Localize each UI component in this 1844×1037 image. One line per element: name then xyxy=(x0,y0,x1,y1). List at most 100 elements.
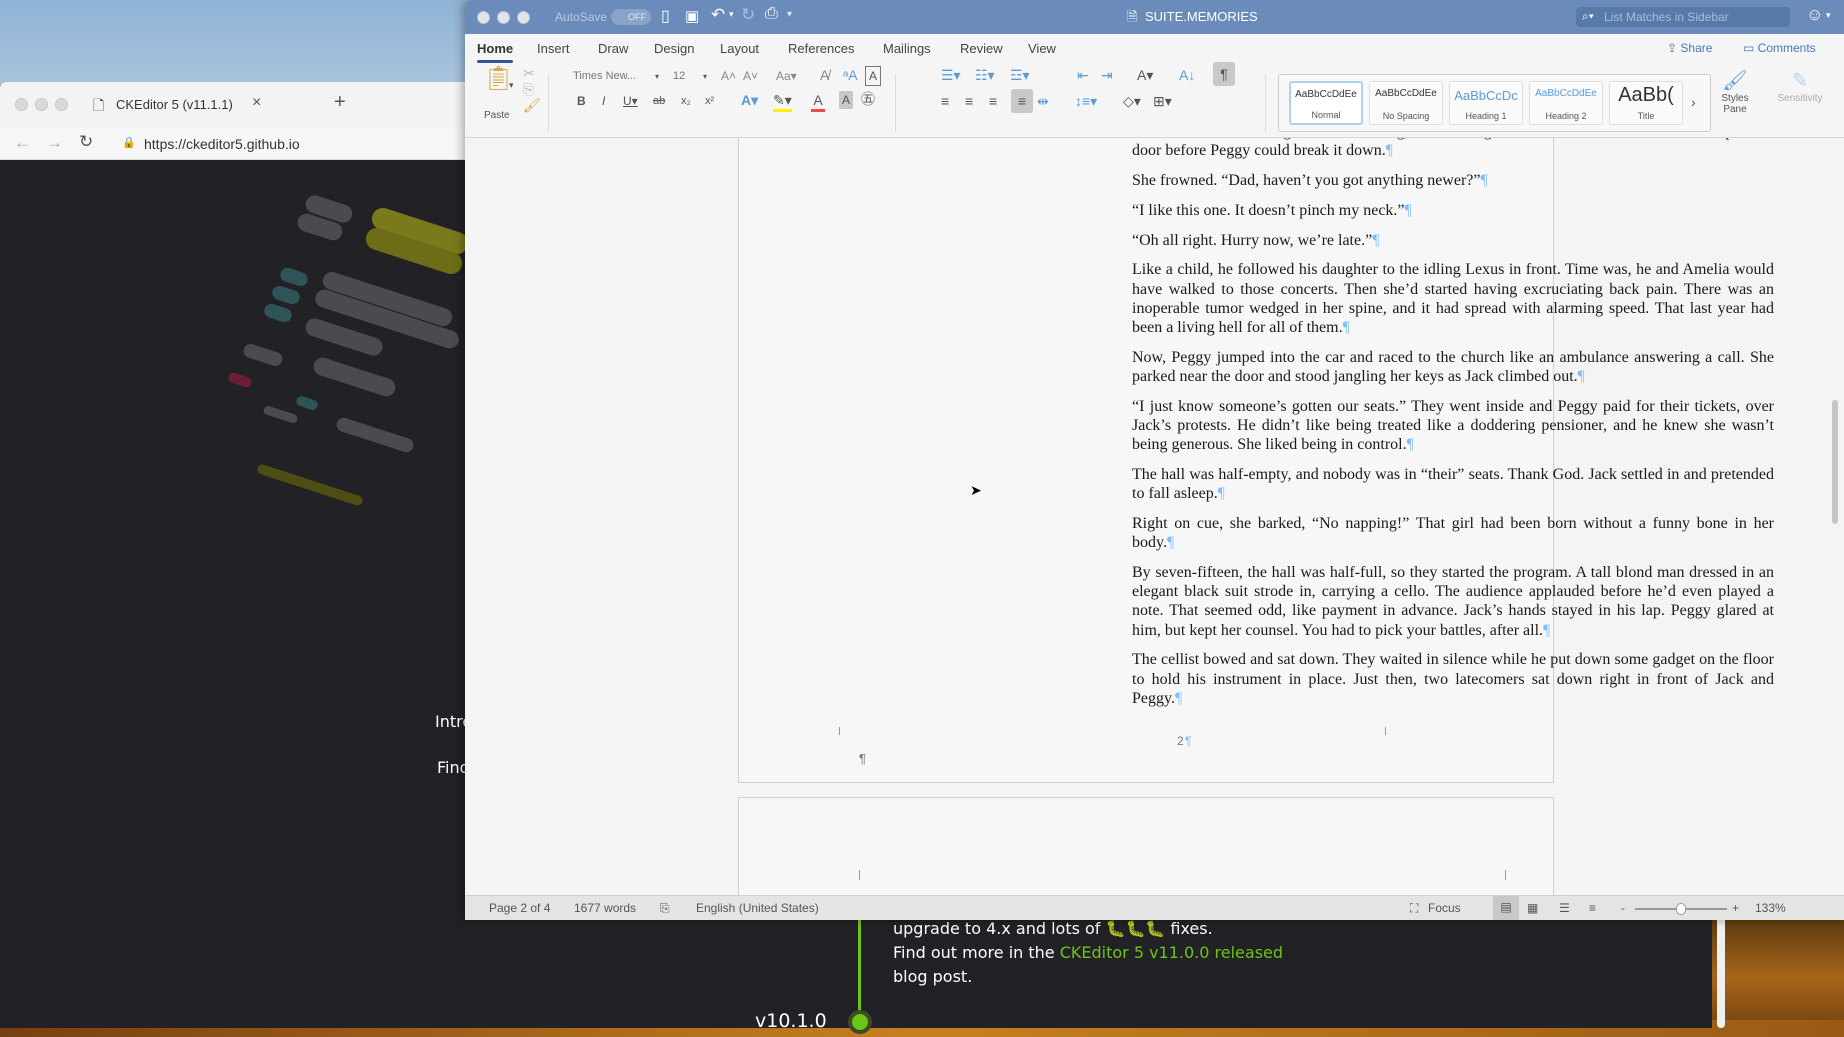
tab-review[interactable]: Review xyxy=(960,41,1003,56)
show-formatting-marks-button[interactable]: ¶ xyxy=(1213,62,1235,86)
tab-insert[interactable]: Insert xyxy=(537,41,570,56)
character-border-icon[interactable]: A xyxy=(865,66,881,86)
minimize-window-button[interactable] xyxy=(497,11,510,24)
strikethrough-button[interactable]: ab xyxy=(653,92,665,110)
align-left-button[interactable]: ≡ xyxy=(941,92,949,110)
vertical-scrollbar[interactable] xyxy=(1832,400,1838,524)
paragraph[interactable]: The cellist bowed and sat down. They wai… xyxy=(1132,650,1774,708)
paragraph[interactable]: The hall was half-empty, and nobody was … xyxy=(1132,465,1774,503)
align-center-button[interactable]: ≡ xyxy=(965,92,973,110)
change-case-icon[interactable]: Aa▾ xyxy=(776,67,797,85)
paragraph[interactable]: By seven-fifteen, the hall was half-full… xyxy=(1132,563,1774,640)
back-icon[interactable]: ← xyxy=(14,133,31,153)
tab-view[interactable]: View xyxy=(1028,41,1056,56)
sidebar-icon[interactable]: ▯ xyxy=(661,6,670,26)
font-name-dropdown[interactable]: ▾ xyxy=(655,68,659,86)
numbering-button[interactable]: ☷▾ xyxy=(975,66,995,84)
tab-mailings[interactable]: Mailings xyxy=(883,41,931,56)
decrease-indent-button[interactable]: ⇤ xyxy=(1077,66,1089,84)
close-window-button[interactable] xyxy=(15,98,28,111)
tab-design[interactable]: Design xyxy=(654,41,694,56)
release-blog-link[interactable]: CKEditor 5 v11.0.0 released xyxy=(1060,943,1283,962)
clear-formatting-icon[interactable]: A̸ xyxy=(820,66,829,84)
line-spacing-button[interactable]: ↕≡▾ xyxy=(1075,92,1097,110)
sort-button[interactable]: A↓ xyxy=(1179,66,1195,84)
scrollbar[interactable] xyxy=(1717,918,1725,1028)
undo-dropdown-icon[interactable]: ▾ xyxy=(729,9,734,20)
smiley-feedback-icon[interactable]: ☺ xyxy=(1806,5,1823,25)
paragraph[interactable]: Like a child, he followed his daughter t… xyxy=(1132,260,1774,337)
zoom-out-icon[interactable]: - xyxy=(1621,901,1625,915)
styles-pane-button[interactable]: 🖌︎ Styles Pane xyxy=(1715,68,1755,132)
font-color-button[interactable]: A xyxy=(811,91,825,112)
maximize-window-button[interactable] xyxy=(517,11,530,24)
grow-font-icon[interactable]: A˄ xyxy=(721,67,736,85)
zoom-level[interactable]: 133% xyxy=(1755,901,1786,915)
format-painter-icon[interactable]: 🖌︎ xyxy=(523,96,541,114)
subscript-button[interactable]: x₂ xyxy=(681,92,691,110)
reload-icon[interactable]: ↻ xyxy=(79,132,93,152)
text-direction-button[interactable]: A▾ xyxy=(1137,66,1153,84)
proofing-icon[interactable]: ⎘ xyxy=(660,901,670,916)
comments-button[interactable]: ▭ Comments xyxy=(1743,41,1816,55)
font-name-box[interactable]: Times New... xyxy=(573,70,636,82)
forward-icon[interactable]: → xyxy=(46,133,63,153)
save-icon[interactable]: ▣ xyxy=(685,7,699,25)
underline-button[interactable]: U▾ xyxy=(623,92,638,110)
shrink-font-icon[interactable]: A˅ xyxy=(743,67,758,85)
tab-references[interactable]: References xyxy=(788,41,854,56)
outline-icon[interactable]: ☰ xyxy=(1559,901,1570,915)
character-shading-button[interactable]: A xyxy=(839,91,853,109)
web-layout-icon[interactable]: ▦ xyxy=(1527,901,1538,915)
align-right-button[interactable]: ≡ xyxy=(989,92,997,110)
document-body[interactable]: The doorbell shrilled again. “I’m coming… xyxy=(1132,138,1774,719)
bullets-button[interactable]: ☰▾ xyxy=(941,66,961,84)
paragraph[interactable]: Now, Peggy jumped into the car and raced… xyxy=(1132,348,1774,386)
borders-button[interactable]: ⊞▾ xyxy=(1153,92,1172,110)
browser-tab[interactable]: 🗋 CKEditor 5 (v11.1.1) × xyxy=(80,82,320,128)
url-field[interactable]: https://ckeditor5.github.io xyxy=(144,136,300,152)
close-window-button[interactable] xyxy=(477,11,490,24)
page-count[interactable]: Page 2 of 4 xyxy=(489,901,550,915)
style-no-spacing[interactable]: AaBbCcDdEe No Spacing xyxy=(1369,81,1443,125)
print-layout-icon[interactable]: ▤ xyxy=(1493,896,1519,920)
word-count[interactable]: 1677 words xyxy=(574,901,636,915)
style-heading-1[interactable]: AaBbCcDc Heading 1 xyxy=(1449,81,1523,125)
style-heading-2[interactable]: AaBbCcDdEe Heading 2 xyxy=(1529,81,1603,125)
font-size-box[interactable]: 12 xyxy=(673,70,685,82)
new-tab-button[interactable]: + xyxy=(334,91,346,114)
justify-button[interactable]: ≡ xyxy=(1011,89,1033,113)
highlight-color-button[interactable]: ✎▾ xyxy=(773,91,792,112)
style-normal[interactable]: AaBbCcDdEe Normal xyxy=(1289,81,1363,125)
paste-options-icon[interactable]: ▾ xyxy=(509,76,514,94)
paragraph[interactable]: “I just know someone’s gotten our seats.… xyxy=(1132,397,1774,455)
tab-draw[interactable]: Draw xyxy=(598,41,628,56)
style-title[interactable]: AaBb(Title xyxy=(1609,81,1683,125)
paragraph[interactable]: “Oh all right. Hurry now, we’re late.” xyxy=(1132,231,1774,250)
text-effects-button[interactable]: A▾ xyxy=(741,91,758,109)
bold-button[interactable]: B xyxy=(577,92,586,110)
increase-indent-button[interactable]: ⇥ xyxy=(1101,66,1113,84)
maximize-window-button[interactable] xyxy=(55,98,68,111)
feedback-dropdown-icon[interactable]: ▾ xyxy=(1826,10,1831,21)
superscript-button[interactable]: x² xyxy=(705,92,714,110)
font-size-dropdown[interactable]: ▾ xyxy=(703,68,707,86)
enclose-characters-button[interactable]: ㊄ xyxy=(861,90,875,108)
zoom-slider-thumb[interactable] xyxy=(1676,903,1686,915)
autosave-toggle[interactable]: OFF xyxy=(611,9,651,25)
focus-button[interactable]: Focus xyxy=(1428,901,1461,915)
language[interactable]: English (United States) xyxy=(696,901,819,915)
shading-button[interactable]: ◇▾ xyxy=(1123,92,1141,110)
search-box[interactable]: ⌕▾ List Matches in Sidebar xyxy=(1576,7,1790,27)
tab-layout[interactable]: Layout xyxy=(720,41,759,56)
minimize-window-button[interactable] xyxy=(35,98,48,111)
gallery-more-icon[interactable]: › xyxy=(1691,93,1696,111)
phonetic-guide-icon[interactable]: ᵃA xyxy=(843,66,858,84)
italic-button[interactable]: I xyxy=(602,92,605,110)
multilevel-list-button[interactable]: ☲▾ xyxy=(1010,66,1030,84)
share-button[interactable]: ⇪ Share xyxy=(1667,41,1712,55)
draft-icon[interactable]: ≡ xyxy=(1589,901,1596,915)
close-tab-icon[interactable]: × xyxy=(252,94,261,112)
sensitivity-button[interactable]: ✎ Sensitivity xyxy=(1765,68,1835,132)
print-icon[interactable]: ⎙ xyxy=(765,5,778,23)
